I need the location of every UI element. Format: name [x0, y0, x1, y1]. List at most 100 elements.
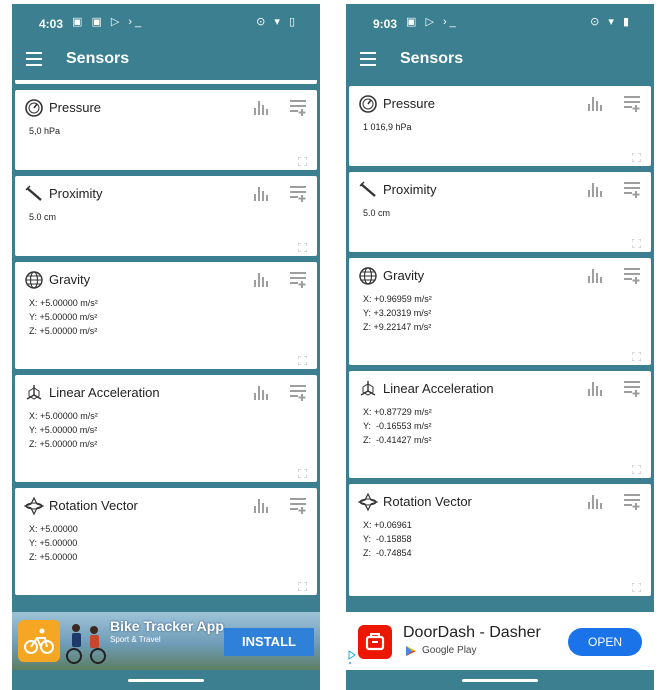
sensor-list[interactable]: Pressure 5,0 hPa Proximity 5.0 cm Gravity X… — [12, 80, 320, 612]
sensor-values: X: +5.00000 Y: +5.00000 Z: +5.00000 — [29, 522, 78, 564]
bar-chart-icon[interactable] — [587, 181, 605, 197]
sensor-value-line: Z: -0.74854 — [363, 548, 412, 558]
add-to-list-icon[interactable] — [289, 98, 307, 116]
sensor-value-line: X: +0.87729 m/s² — [363, 407, 432, 417]
bar-chart-icon[interactable] — [253, 271, 271, 287]
sensor-value-line: X: +5.00000 m/s² — [29, 411, 98, 421]
axes-cube-icon — [358, 379, 378, 399]
sensor-value-line: Y: +3.20319 m/s² — [363, 308, 432, 318]
sensor-card-proximity[interactable]: Proximity 5.0 cm — [15, 176, 317, 256]
home-gesture-handle[interactable] — [128, 679, 204, 682]
sensor-card-linear-acceleration[interactable]: Linear Acceleration X: +5.00000 m/s² Y: +5… — [15, 375, 317, 482]
sensor-values: X: +0.87729 m/s² Y: -0.16553 m/s² Z: -0.41… — [363, 405, 432, 447]
status-time: 4:03 — [39, 17, 64, 31]
sensor-card-pressure[interactable]: Pressure 1 016,9 hPa — [349, 86, 651, 166]
bar-chart-icon[interactable] — [253, 497, 271, 513]
sensor-card-rotation-vector[interactable]: Rotation Vector X: +5.00000 Y: +5.00000 Z: … — [15, 488, 317, 595]
sensor-title: Linear Acceleration — [383, 381, 494, 396]
app-bar: Sensors — [12, 40, 320, 80]
bar-chart-icon[interactable] — [587, 95, 605, 111]
sensor-value-line: Z: +5.00000 m/s² — [29, 326, 98, 336]
fullscreen-icon[interactable] — [631, 235, 642, 249]
notification-icons: ▣ ▷ ›_ — [406, 16, 459, 28]
sensor-value-line: Z: -0.41427 m/s² — [363, 435, 432, 445]
phone-screen-right: 9:03 ▣ ▷ ›_ ⊙ ▾ ▮ Sensors Pressure 1 016,… — [346, 4, 654, 690]
cyclists-photo-icon — [66, 624, 106, 664]
fullscreen-icon[interactable] — [631, 149, 642, 163]
add-to-list-icon[interactable] — [623, 180, 641, 198]
sensor-card-gravity[interactable]: Gravity X: +0.96959 m/s² Y: +3.20319 m/s² Z… — [349, 258, 651, 365]
bike-tracker-app-icon[interactable] — [18, 620, 60, 662]
ad-banner[interactable]: DoorDash - Dasher Google Play OPEN — [346, 612, 654, 670]
fullscreen-icon[interactable] — [297, 465, 308, 479]
add-to-list-icon[interactable] — [623, 379, 641, 397]
sensor-value-line: 1 016,9 hPa — [363, 122, 412, 132]
axes-cube-icon — [24, 383, 44, 403]
previous-sensor-card[interactable] — [15, 80, 317, 84]
fullscreen-icon[interactable] — [631, 579, 642, 593]
proximity-sensor-icon — [24, 184, 44, 204]
add-to-list-icon[interactable] — [289, 184, 307, 202]
sensor-value-line: X: +5.00000 — [29, 524, 78, 534]
home-gesture-handle[interactable] — [462, 679, 538, 682]
sensor-value-line: Z: +5.00000 m/s² — [29, 439, 98, 449]
bar-chart-icon[interactable] — [587, 380, 605, 396]
sensor-value-line: 5,0 hPa — [29, 126, 61, 136]
app-title: Sensors — [400, 50, 464, 67]
sensor-value-line: Y: +5.00000 m/s² — [29, 425, 98, 435]
fullscreen-icon[interactable] — [297, 153, 308, 167]
rotation-icon — [23, 496, 45, 516]
add-to-list-icon[interactable] — [623, 266, 641, 284]
sensor-title: Linear Acceleration — [49, 385, 160, 400]
open-button[interactable]: OPEN — [568, 628, 642, 656]
adchoices-icon[interactable] — [348, 650, 356, 666]
sensor-value-line: 5.0 cm — [29, 212, 57, 222]
bar-chart-icon[interactable] — [587, 493, 605, 509]
status-time: 9:03 — [373, 17, 398, 31]
rotation-icon — [357, 492, 379, 512]
bar-chart-icon[interactable] — [253, 384, 271, 400]
status-bar: 4:03 ▣ ▣ ▷ ›_ ⊙ ▾ ▯ — [12, 4, 320, 40]
sensor-title: Pressure — [49, 100, 102, 115]
menu-icon[interactable] — [26, 52, 42, 66]
phone-screen-left: 4:03 ▣ ▣ ▷ ›_ ⊙ ▾ ▯ Sensors Pressure 5,0 … — [12, 4, 320, 690]
sensor-card-linear-acceleration[interactable]: Linear Acceleration X: +0.87729 m/s² Y: -0… — [349, 371, 651, 478]
sensor-card-gravity[interactable]: Gravity X: +5.00000 m/s² Y: +5.00000 m/s² Z… — [15, 262, 317, 369]
fullscreen-icon[interactable] — [631, 461, 642, 475]
ad-title: Bike Tracker App — [110, 618, 224, 634]
sensor-values: X: +0.96959 m/s² Y: +3.20319 m/s² Z: +9.22… — [363, 292, 432, 334]
fullscreen-icon[interactable] — [297, 578, 308, 592]
fullscreen-icon[interactable] — [631, 348, 642, 362]
fullscreen-icon[interactable] — [297, 239, 308, 253]
bar-chart-icon[interactable] — [587, 267, 605, 283]
sensor-card-rotation-vector[interactable]: Rotation Vector X: +0.06961 Y: -0.15858 Z: … — [349, 484, 651, 596]
sensor-card-pressure[interactable]: Pressure 5,0 hPa — [15, 90, 317, 170]
bar-chart-icon[interactable] — [253, 185, 271, 201]
add-to-list-icon[interactable] — [623, 492, 641, 510]
sensor-value-line: X: +0.06961 — [363, 520, 412, 530]
add-to-list-icon[interactable] — [289, 496, 307, 514]
sensor-card-proximity[interactable]: Proximity 5.0 cm — [349, 172, 651, 252]
system-status-icons: ⊙ ▾ ▯ — [256, 16, 298, 28]
fullscreen-icon[interactable] — [297, 352, 308, 366]
add-to-list-icon[interactable] — [289, 270, 307, 288]
doordash-app-icon[interactable] — [358, 625, 392, 659]
bar-chart-icon[interactable] — [253, 99, 271, 115]
sensor-values: X: +0.06961 Y: -0.15858 Z: -0.74854 — [363, 518, 412, 560]
install-button[interactable]: INSTALL — [224, 628, 314, 656]
sensor-value-line: Y: -0.15858 — [363, 534, 412, 544]
notification-icons: ▣ ▣ ▷ ›_ — [72, 16, 145, 28]
pressure-gauge-icon — [358, 94, 378, 114]
sensor-values: X: +5.00000 m/s² Y: +5.00000 m/s² Z: +5.00… — [29, 409, 98, 451]
ad-subtitle: Sport & Travel — [110, 635, 161, 644]
ad-store-label: Google Play — [422, 645, 477, 656]
sensor-title: Pressure — [383, 96, 436, 111]
menu-icon[interactable] — [360, 52, 376, 66]
sensor-list[interactable]: Pressure 1 016,9 hPa Proximity 5.0 cm Grav… — [346, 80, 654, 612]
sensor-values: 1 016,9 hPa — [363, 120, 412, 134]
add-to-list-icon[interactable] — [623, 94, 641, 112]
ad-banner[interactable]: Bike Tracker App Sport & Travel INSTALL — [12, 612, 320, 670]
navigation-bar — [12, 670, 320, 690]
add-to-list-icon[interactable] — [289, 383, 307, 401]
globe-icon — [358, 266, 378, 286]
